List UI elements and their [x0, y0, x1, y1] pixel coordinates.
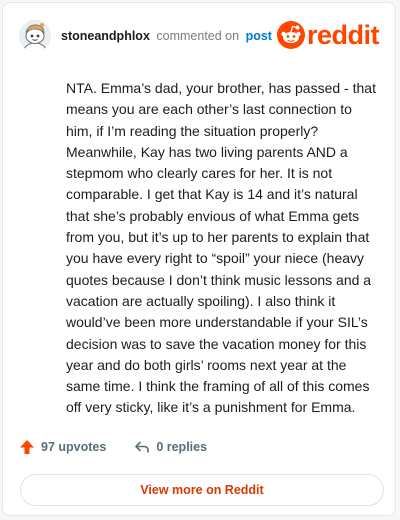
upvote-count: 97 upvotes	[41, 440, 107, 454]
reddit-snoo-icon	[276, 21, 305, 49]
comment-card: stoneandphlox commented on post reddit N…	[2, 2, 396, 516]
comment-header: stoneandphlox commented on post reddit	[19, 17, 380, 55]
comment-meta: stoneandphlox commented on post	[61, 29, 272, 43]
view-more-on-reddit-button[interactable]: View more on Reddit	[20, 474, 384, 506]
upvote-button[interactable]: 97 upvotes	[19, 439, 106, 455]
reddit-wordmark: reddit	[306, 20, 380, 50]
reply-arrow-icon	[135, 441, 150, 453]
comment-actions: 97 upvotes 0 replies	[19, 439, 207, 455]
commented-on-label: commented on	[156, 29, 240, 43]
reply-count: 0 replies	[156, 440, 208, 454]
post-link[interactable]: post	[246, 29, 272, 43]
comment-body: NTA. Emma’s dad, your brother, has passe…	[66, 80, 376, 416]
reply-button[interactable]: 0 replies	[134, 439, 207, 455]
reddit-logo[interactable]: reddit	[276, 20, 380, 50]
user-avatar[interactable]	[19, 20, 51, 52]
upvote-arrow-icon	[20, 440, 34, 454]
username-link[interactable]: stoneandphlox	[61, 29, 150, 43]
snoo-avatar-icon	[19, 20, 51, 52]
